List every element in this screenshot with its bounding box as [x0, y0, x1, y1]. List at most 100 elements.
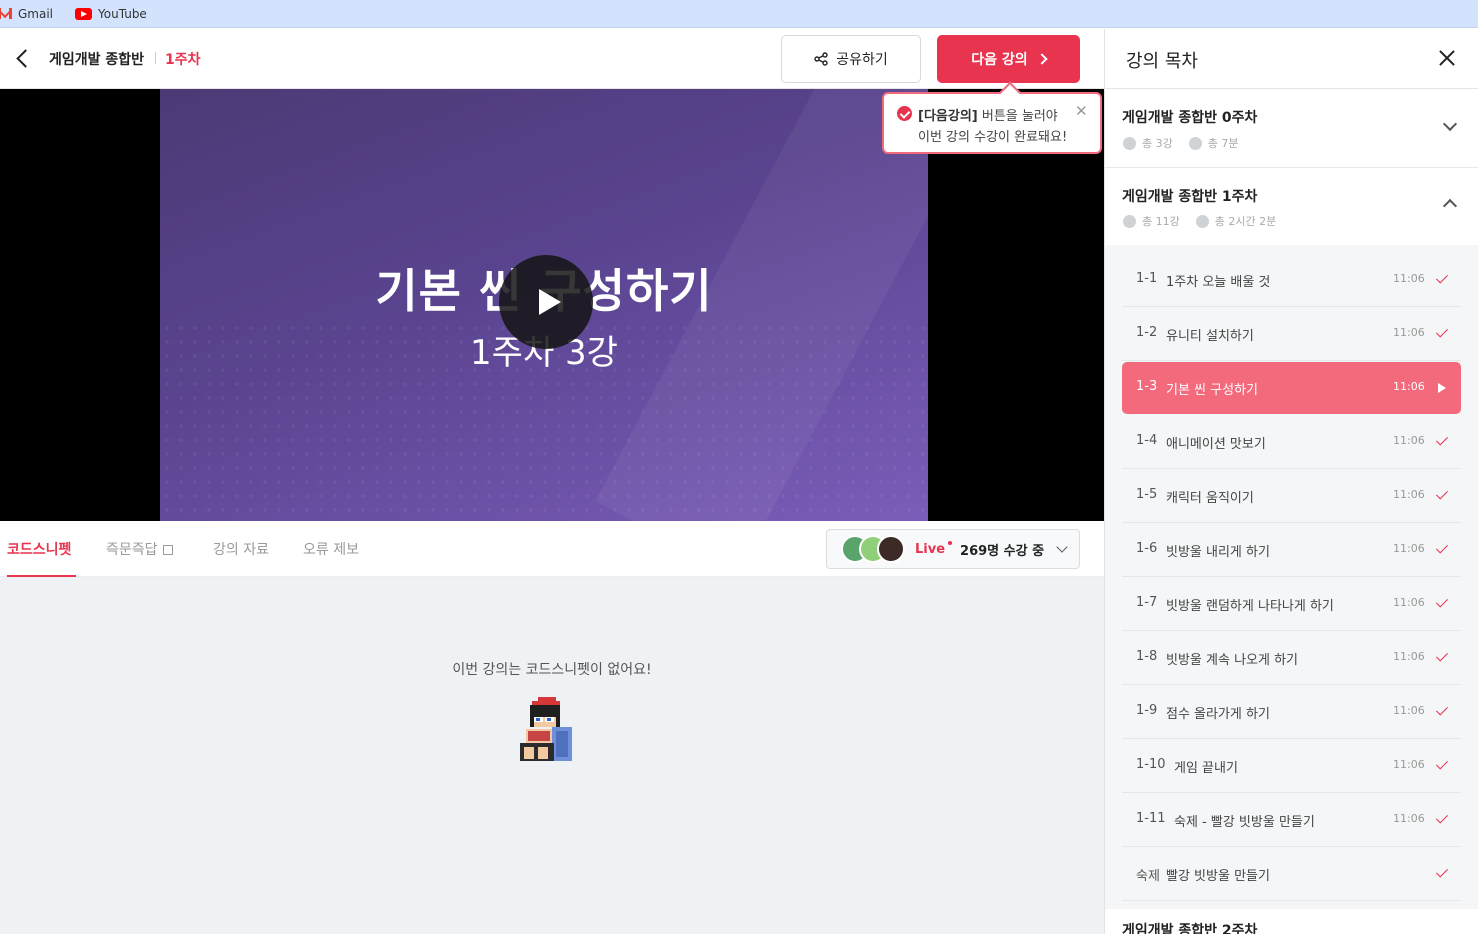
- lesson-list: 1-1 1주차 오늘 배울 것 11:06 1-2 유니티 설치하기 11:06…: [1105, 245, 1478, 909]
- lesson-title: 빗방울 계속 나오게 하기: [1166, 653, 1298, 668]
- bookmark-gmail[interactable]: Gmail: [0, 7, 53, 21]
- lesson-title: 캐릭터 움직이기: [1166, 491, 1254, 506]
- week-section-1[interactable]: 게임개발 종합반 1주차 총 11강 총 2시간 2분: [1105, 168, 1478, 245]
- week-lesson-count: 총 11강: [1142, 215, 1180, 228]
- clock-icon: [1188, 136, 1202, 150]
- check-icon: [1435, 271, 1449, 284]
- lesson-title: 게임 끝내기: [1174, 761, 1238, 776]
- lesson-number: 1-7: [1136, 595, 1158, 610]
- viewer-avatars: [841, 535, 909, 563]
- bookmarks-bar: Gmail YouTube: [0, 0, 1478, 28]
- week-meta: 총 3강 총 7분: [1123, 135, 1239, 151]
- next-lecture-tooltip: [다음강의] 버튼을 눌러야 이번 강의 수강이 완료돼요! ✕: [882, 92, 1102, 154]
- lesson-duration: 11:06: [1393, 434, 1425, 447]
- lesson-item-current[interactable]: 1-3 기본 씬 구성하기 11:06: [1122, 362, 1461, 414]
- check-icon: [1435, 865, 1449, 878]
- check-icon: [1435, 433, 1449, 446]
- tab-report-error[interactable]: 오류 제보: [303, 539, 359, 559]
- sidebar-header: 강의 목차: [1105, 29, 1478, 89]
- lesson-title: 유니티 설치하기: [1166, 329, 1254, 344]
- lesson-number: 1-6: [1136, 541, 1158, 556]
- week-name[interactable]: 게임개발 종합반 2주차: [1122, 920, 1257, 934]
- tooltip-line-1: [다음강의] 버튼을 눌러야: [918, 105, 1058, 124]
- play-circle-icon: [1123, 214, 1136, 228]
- check-icon: [1435, 541, 1449, 554]
- lesson-number: 1-2: [1136, 325, 1158, 340]
- lesson-item[interactable]: 1-1 1주차 오늘 배울 것 11:06: [1122, 253, 1461, 307]
- lesson-duration: 11:06: [1393, 704, 1425, 717]
- lesson-duration: 11:06: [1393, 380, 1425, 393]
- chevron-down-icon: [1056, 541, 1068, 553]
- share-button[interactable]: 공유하기: [781, 35, 921, 83]
- gmail-icon: [0, 8, 12, 19]
- video-thumbnail: 기본 씬 구성하기 1주차 3강: [160, 89, 928, 521]
- tab-code-snippet[interactable]: 코드스니펫: [7, 539, 71, 559]
- lesson-number: 1-11: [1136, 811, 1166, 826]
- lesson-number: 1-3: [1136, 379, 1158, 394]
- lesson-item[interactable]: 1-5 캐릭터 움직이기 11:06: [1122, 469, 1461, 523]
- lesson-item[interactable]: 1-8 빗방울 계속 나오게 하기 11:06: [1122, 631, 1461, 685]
- lesson-item[interactable]: 1-11 숙제 - 빨강 빗방울 만들기 11:06: [1122, 793, 1461, 847]
- lesson-number: 1-1: [1136, 271, 1158, 286]
- lesson-item[interactable]: 숙제 빨강 빗방울 만들기: [1122, 847, 1461, 901]
- check-icon: [1435, 811, 1449, 824]
- avatar: [877, 535, 905, 563]
- lesson-item[interactable]: 1-4 애니메이션 맛보기 11:06: [1122, 415, 1461, 469]
- play-icon[interactable]: [499, 255, 593, 349]
- lesson-item[interactable]: 1-6 빗방울 내리게 하기 11:06: [1122, 523, 1461, 577]
- tab-qna-label: 즉문즉답: [106, 542, 158, 558]
- check-icon: [1435, 703, 1449, 716]
- lesson-title: 빨강 빗방울 만들기: [1166, 869, 1270, 884]
- bookmark-youtube[interactable]: YouTube: [75, 7, 147, 21]
- lesson-duration: 11:06: [1393, 596, 1425, 609]
- lesson-title: 점수 올라가게 하기: [1166, 707, 1270, 722]
- lesson-duration: 11:06: [1393, 326, 1425, 339]
- lecture-header: 게임개발 종합반 1주차 공유하기 다음 강의: [0, 29, 1104, 89]
- week-label: 1주차: [165, 52, 201, 68]
- lesson-title: 1주차 오늘 배울 것: [1166, 275, 1271, 290]
- next-lecture-label: 다음 강의: [971, 52, 1028, 68]
- code-snippet-panel: 이번 강의는 코드스니펫이 없어요!: [0, 577, 1104, 934]
- next-lecture-button[interactable]: 다음 강의: [937, 35, 1080, 83]
- week-name: 게임개발 종합반 1주차: [1122, 189, 1258, 205]
- lesson-duration: 11:06: [1393, 758, 1425, 771]
- lesson-number: 1-8: [1136, 649, 1158, 664]
- lesson-item[interactable]: 1-2 유니티 설치하기 11:06: [1122, 307, 1461, 361]
- week-name: 게임개발 종합반 0주차: [1122, 110, 1258, 126]
- external-link-icon: [162, 545, 173, 555]
- check-icon: [1435, 757, 1449, 770]
- course-title: 게임개발 종합반: [49, 52, 145, 68]
- lesson-number: 1-10: [1136, 757, 1166, 772]
- lesson-number: 숙제: [1136, 869, 1160, 884]
- lesson-title: 빗방울 랜덤하게 나타나게 하기: [1166, 599, 1334, 614]
- live-viewers-dropdown[interactable]: Live 269명 수강 중: [826, 529, 1080, 569]
- tab-qna[interactable]: 즉문즉답: [106, 539, 173, 559]
- check-icon: [1435, 325, 1449, 338]
- tooltip-line-1-rest: 버튼을 눌러야: [977, 109, 1058, 124]
- lesson-item[interactable]: 1-7 빗방울 랜덤하게 나타나게 하기 11:06: [1122, 577, 1461, 631]
- lesson-number: 1-5: [1136, 487, 1158, 502]
- youtube-icon: [75, 7, 93, 20]
- close-icon[interactable]: [1435, 46, 1459, 70]
- lesson-item[interactable]: 1-9 점수 올라가게 하기 11:06: [1122, 685, 1461, 739]
- empty-message: 이번 강의는 코드스니펫이 없어요!: [452, 662, 652, 678]
- close-icon[interactable]: ✕: [1075, 102, 1088, 120]
- check-icon: [1435, 649, 1449, 662]
- back-arrow-icon[interactable]: [14, 48, 34, 70]
- chevron-down-icon: [1442, 116, 1458, 132]
- week-duration: 총 7분: [1207, 137, 1239, 150]
- play-circle-icon: [1123, 136, 1136, 150]
- tooltip-line-2: 이번 강의 수강이 완료돼요!: [918, 130, 1068, 145]
- tab-materials[interactable]: 강의 자료: [213, 539, 269, 559]
- share-icon: [814, 52, 828, 66]
- lesson-title: 애니메이션 맛보기: [1166, 437, 1266, 452]
- live-label: Live: [915, 541, 946, 557]
- lesson-number: 1-9: [1136, 703, 1158, 718]
- week-section-0[interactable]: 게임개발 종합반 0주차 총 3강 총 7분: [1105, 89, 1478, 168]
- chevron-right-icon: [1036, 53, 1048, 65]
- lesson-number: 1-4: [1136, 433, 1158, 448]
- tooltip-highlight: [다음강의]: [918, 109, 978, 124]
- lesson-title: 기본 씬 구성하기: [1166, 383, 1258, 398]
- check-icon: [1435, 595, 1449, 608]
- lesson-item[interactable]: 1-10 게임 끝내기 11:06: [1122, 739, 1461, 793]
